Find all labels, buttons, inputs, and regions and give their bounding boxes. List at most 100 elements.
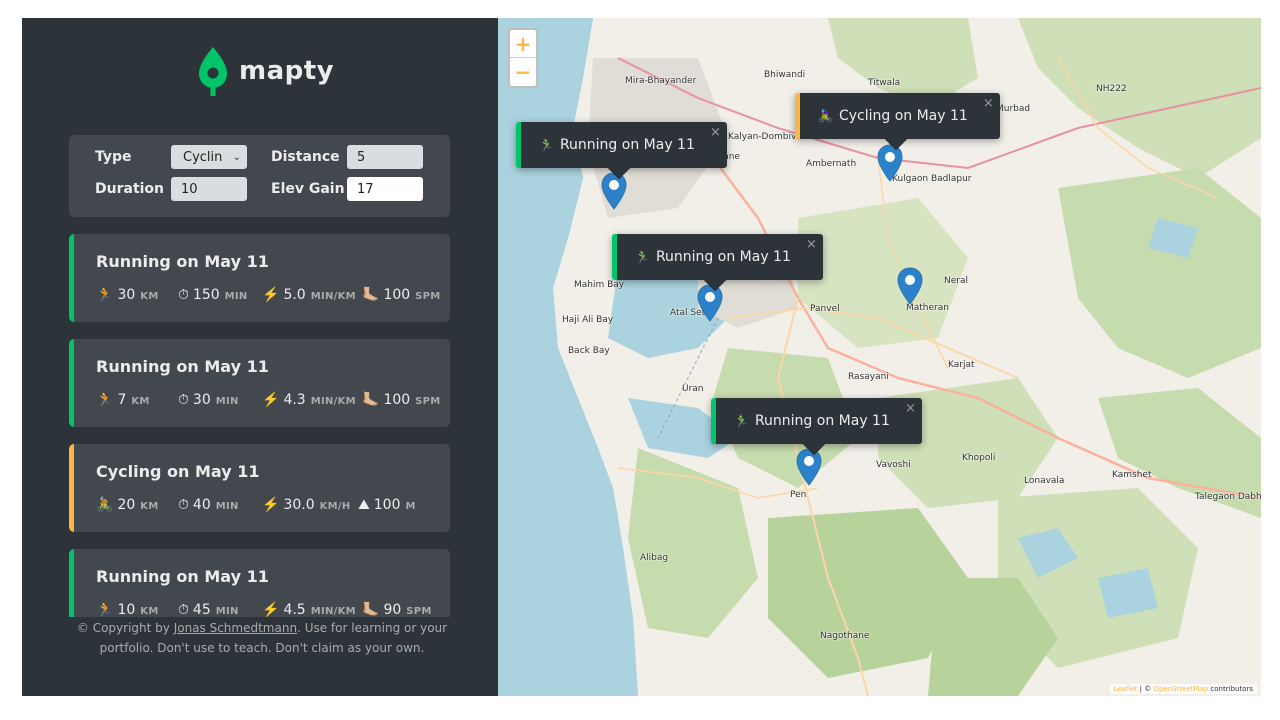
popup-text: Running on May 11 bbox=[559, 137, 695, 153]
map-marker-icon[interactable] bbox=[877, 144, 903, 182]
map-pin-logo-icon bbox=[199, 47, 227, 96]
elev-gain-input[interactable]: 17 bbox=[347, 177, 423, 201]
type-select[interactable]: Cyclin ⌄ bbox=[171, 145, 247, 169]
place-label: Karjat bbox=[948, 360, 975, 370]
stopwatch-icon: ⏱ bbox=[178, 602, 189, 617]
author-link[interactable]: Jonas Schmedtmann bbox=[174, 621, 297, 635]
stopwatch-icon: ⏱ bbox=[178, 392, 189, 408]
close-icon[interactable]: × bbox=[806, 237, 817, 252]
runner-icon: 🏃‍♂️ bbox=[539, 138, 554, 152]
workout-title: Running on May 11 bbox=[96, 252, 269, 271]
workout-form: Type Cyclin ⌄ Distance 5 Duration 10 Ele… bbox=[69, 135, 450, 217]
map-marker-icon[interactable] bbox=[697, 284, 723, 322]
workout-popup[interactable]: 🏃‍♂️ Running on May 11 × bbox=[612, 234, 823, 292]
place-label: Titwala bbox=[868, 78, 901, 88]
workout-cadence: 🦶🏼 100 SPM bbox=[362, 287, 441, 303]
popup-text: Running on May 11 bbox=[754, 413, 890, 429]
workout-duration: ⏱ 45 MIN bbox=[178, 602, 239, 617]
place-label: NH222 bbox=[1096, 84, 1127, 94]
workout-item[interactable]: Running on May 11 🏃 7 KM ⏱ 30 MIN ⚡️ 4.3 MIN/K… bbox=[69, 339, 450, 427]
copyright-text: © Copyright by Jonas Schmedtmann. Use fo… bbox=[76, 621, 448, 655]
place-label: Alibag bbox=[640, 553, 669, 563]
runner-icon: 🏃‍♂️ bbox=[635, 250, 650, 264]
place-label: Lonavala bbox=[1024, 476, 1065, 486]
osm-link[interactable]: OpenStreetMap bbox=[1153, 685, 1208, 693]
workout-duration: ⏱ 150 MIN bbox=[178, 287, 248, 303]
workout-list: Running on May 11 🏃 30 KM ⏱ 150 MIN ⚡️ 5.0 MIN… bbox=[69, 234, 450, 617]
runner-icon: 🏃‍♂️ bbox=[734, 414, 749, 428]
workout-pace: ⚡️ 4.5 MIN/KM bbox=[262, 602, 356, 617]
workout-speed: ⚡️ 30.0 KM/H bbox=[262, 497, 351, 513]
runner-icon: 🏃 bbox=[96, 287, 114, 303]
stopwatch-icon: ⏱ bbox=[178, 287, 189, 303]
map-marker-icon[interactable] bbox=[601, 172, 627, 210]
place-label: Murbad bbox=[996, 104, 1031, 114]
workout-item[interactable]: Running on May 11 🏃 30 KM ⏱ 150 MIN ⚡️ 5.0 MIN… bbox=[69, 234, 450, 322]
runner-icon: 🏃 bbox=[96, 602, 114, 617]
place-label: Panvel bbox=[810, 304, 840, 314]
lightning-icon: ⚡️ bbox=[262, 392, 280, 408]
workout-popup[interactable]: 🏃‍♂️ Running on May 11 × bbox=[516, 122, 727, 180]
distance-input[interactable]: 5 bbox=[347, 145, 423, 169]
zoom-control: + − bbox=[508, 28, 538, 88]
workout-title: Running on May 11 bbox=[96, 357, 269, 376]
workout-distance: 🏃 10 KM bbox=[96, 602, 159, 617]
workout-pace: ⚡️ 5.0 MIN/KM bbox=[262, 287, 356, 303]
place-label: Kamshet bbox=[1112, 470, 1152, 480]
workout-pace: ⚡️ 4.3 MIN/KM bbox=[262, 392, 356, 408]
place-label: Haji Ali Bay bbox=[562, 315, 614, 325]
workout-duration: ⏱ 40 MIN bbox=[178, 497, 239, 513]
workout-popup[interactable]: 🏃‍♂️ Running on May 11 × bbox=[711, 398, 922, 456]
chevron-down-icon: ⌄ bbox=[232, 151, 241, 163]
workout-duration: ⏱ 30 MIN bbox=[178, 392, 239, 408]
place-label: Neral bbox=[944, 276, 968, 286]
leaflet-link[interactable]: Leaflet bbox=[1114, 685, 1138, 693]
workout-distance: 🏃 7 KM bbox=[96, 392, 150, 408]
place-label: Rasayani bbox=[848, 372, 889, 382]
place-label: Pen bbox=[790, 490, 807, 500]
zoom-in-button[interactable]: + bbox=[510, 30, 536, 58]
map-marker-icon[interactable] bbox=[796, 448, 822, 486]
place-label: Vavoshi bbox=[876, 460, 911, 470]
logo-text: mapty bbox=[239, 56, 335, 86]
place-label: Back Bay bbox=[568, 346, 610, 356]
map-marker-icon[interactable] bbox=[897, 267, 923, 305]
workout-distance: 🚴 20 KM bbox=[96, 497, 159, 513]
type-select-value: Cyclin bbox=[183, 149, 223, 165]
popup-text: Cycling on May 11 bbox=[838, 108, 968, 124]
lightning-icon: ⚡️ bbox=[262, 497, 280, 513]
close-icon[interactable]: × bbox=[710, 125, 721, 140]
distance-label: Distance bbox=[271, 149, 340, 165]
workout-cadence: 🦶🏼 100 SPM bbox=[362, 392, 441, 408]
cyclist-icon: 🚴 bbox=[96, 497, 114, 513]
close-icon[interactable]: × bbox=[983, 96, 994, 111]
foot-icon: 🦶🏼 bbox=[362, 392, 380, 408]
place-label: Mahim Bay bbox=[574, 280, 625, 290]
type-label: Type bbox=[95, 149, 132, 165]
place-label: Kalyan-Dombivli bbox=[728, 132, 802, 142]
workout-item[interactable]: Cycling on May 11 🚴 20 KM ⏱ 40 MIN ⚡️ 30.0 KM/… bbox=[69, 444, 450, 532]
workout-cadence: 🦶🏼 90 SPM bbox=[362, 602, 432, 617]
duration-input[interactable]: 10 bbox=[171, 177, 247, 201]
duration-label: Duration bbox=[95, 181, 165, 197]
elev-gain-label: Elev Gain bbox=[271, 181, 345, 197]
workout-item[interactable]: Running on May 11 🏃 10 KM ⏱ 45 MIN ⚡️ 4.5 MIN/… bbox=[69, 549, 450, 617]
workout-distance: 🏃 30 KM bbox=[96, 287, 159, 303]
map[interactable]: Mira-Bhayander Bhiwandi Titwala NH222 Mu… bbox=[498, 18, 1261, 696]
workout-popup[interactable]: 🚴‍♀️ Cycling on May 11 × bbox=[795, 93, 1000, 151]
place-label: Mira-Bhayander bbox=[625, 76, 697, 86]
stopwatch-icon: ⏱ bbox=[178, 497, 189, 513]
mountain-icon: ⛰ bbox=[358, 497, 370, 513]
zoom-out-button[interactable]: − bbox=[510, 58, 536, 86]
place-label: Ambernath bbox=[806, 159, 857, 169]
place-label: Khopoli bbox=[962, 453, 996, 463]
close-icon[interactable]: × bbox=[905, 401, 916, 416]
place-label: Kulgaon Badlapur bbox=[892, 174, 972, 184]
map-attribution: Leaflet | © OpenStreetMap contributors bbox=[1109, 684, 1257, 694]
foot-icon: 🦶🏼 bbox=[362, 287, 380, 303]
logo: mapty bbox=[197, 46, 334, 96]
workout-title: Running on May 11 bbox=[96, 567, 269, 586]
runner-icon: 🏃 bbox=[96, 392, 114, 408]
place-label: Nagothane bbox=[820, 631, 870, 641]
lightning-icon: ⚡️ bbox=[262, 602, 280, 617]
